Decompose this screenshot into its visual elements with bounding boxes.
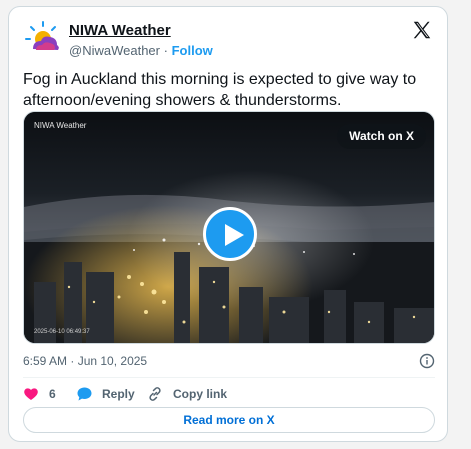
link-icon xyxy=(149,387,161,401)
copy-link-label: Copy link xyxy=(173,387,228,401)
tweet-header: NIWA Weather @NiwaWeather · Follow xyxy=(23,19,433,59)
camera-label: NIWA Weather xyxy=(34,121,87,130)
tweet-meta: 6:59 AM · Jun 10, 2025 xyxy=(23,351,435,371)
video-timestamp-overlay: 2025-06-10 06:49:37 xyxy=(34,329,90,335)
like-count: 6 xyxy=(49,387,56,401)
read-more-button[interactable]: Read more on X xyxy=(23,407,435,433)
play-button[interactable] xyxy=(203,207,257,261)
author-handle[interactable]: @NiwaWeather xyxy=(69,43,160,58)
handle-row: @NiwaWeather · Follow xyxy=(69,42,213,60)
follow-button[interactable]: Follow xyxy=(172,43,213,58)
separator: · xyxy=(163,43,168,58)
like-button[interactable]: 6 xyxy=(23,383,73,405)
author-info: NIWA Weather @NiwaWeather · Follow xyxy=(69,22,213,60)
posted-at[interactable]: 6:59 AM · Jun 10, 2025 xyxy=(23,354,147,368)
divider xyxy=(23,377,435,378)
heart-icon xyxy=(24,388,38,400)
action-bar: 6 Reply Copy link xyxy=(23,383,435,405)
avatar[interactable] xyxy=(23,19,63,59)
x-logo-icon[interactable] xyxy=(411,19,433,41)
reply-label: Reply xyxy=(102,387,135,401)
reply-button[interactable]: Reply xyxy=(76,383,146,405)
tweet-text: Fog in Auckland this morning is expected… xyxy=(23,71,417,109)
copy-link-button[interactable]: Copy link xyxy=(147,383,237,405)
video-player[interactable]: NIWA Weather Watch on X 2025-06-10 06:49… xyxy=(23,111,435,344)
reply-bubble-icon xyxy=(77,387,92,401)
play-icon xyxy=(225,224,244,246)
author-name[interactable]: NIWA Weather xyxy=(69,22,213,40)
info-icon[interactable] xyxy=(419,353,435,369)
tweet-card: NIWA Weather @NiwaWeather · Follow Fog i… xyxy=(8,6,448,442)
watch-on-x-button[interactable]: Watch on X xyxy=(337,124,426,149)
